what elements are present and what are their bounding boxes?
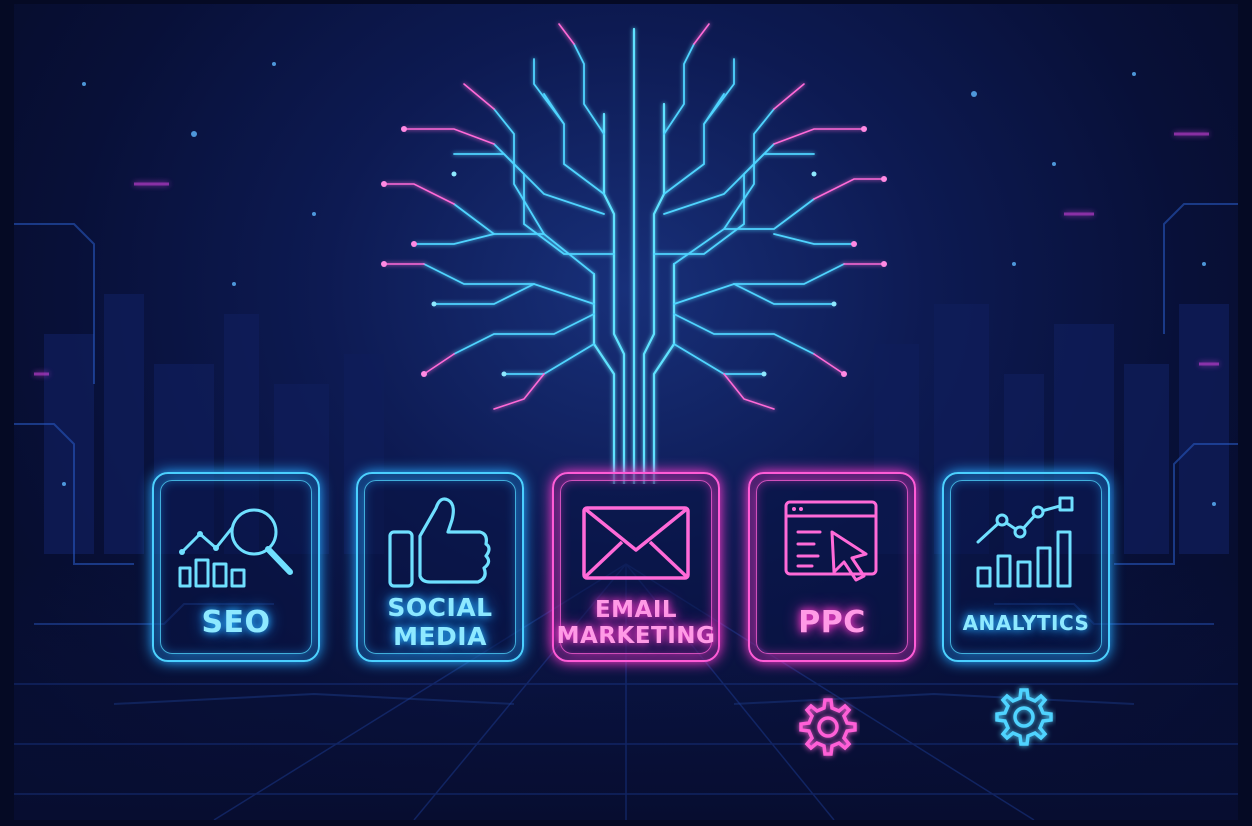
card-label-ppc: PPC: [798, 604, 866, 640]
card-seo: SEO: [152, 472, 320, 662]
card-label-email-marketing: EMAIL MARKETING: [556, 596, 716, 649]
hero-illustration: SEO SOCIAL MEDIA EMAIL MARKETING PPC ANA…: [14, 4, 1238, 820]
card-ppc: PPC: [748, 472, 916, 662]
cursor-click-icon: [784, 500, 878, 582]
bar-line-chart-icon: [976, 496, 1074, 588]
card-label-social-media: SOCIAL MEDIA: [387, 593, 493, 651]
circuit-tree: [381, 23, 887, 484]
card-label-seo: SEO: [201, 604, 271, 640]
card-label-analytics: ANALYTICS: [962, 610, 1090, 635]
magnifier-chart-icon: [178, 508, 293, 588]
card-email-marketing: EMAIL MARKETING: [552, 472, 720, 662]
gear-icon: [799, 698, 857, 756]
thumbs-up-icon: [388, 497, 491, 588]
card-analytics: ANALYTICS: [942, 472, 1110, 662]
envelope-icon: [582, 506, 690, 580]
gear-icon: [995, 688, 1053, 746]
card-social-media: SOCIAL MEDIA: [356, 472, 524, 662]
